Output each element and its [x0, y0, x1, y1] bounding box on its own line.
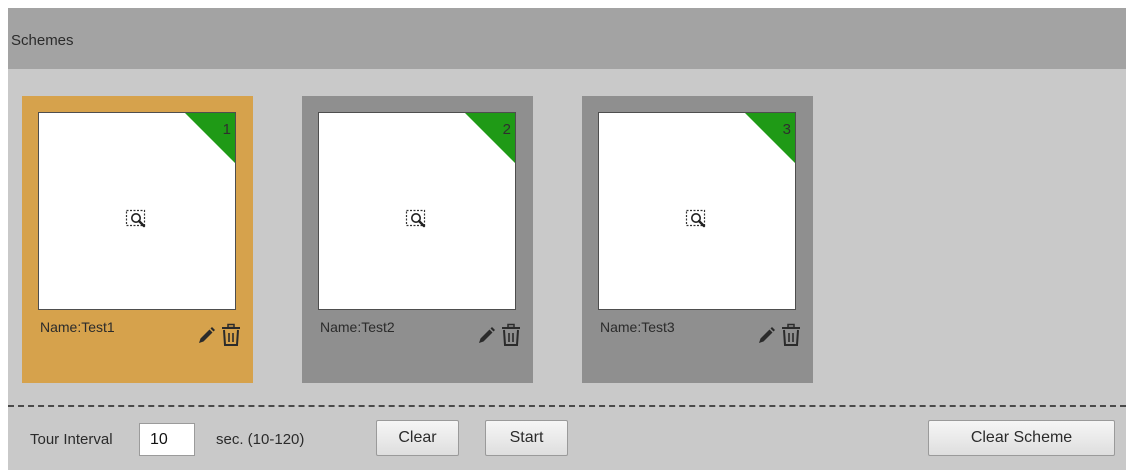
- clear-scheme-button[interactable]: Clear Scheme: [928, 420, 1115, 456]
- scheme-number: 3: [782, 121, 791, 138]
- tour-interval-input[interactable]: [139, 423, 195, 456]
- schemes-header: Schemes: [8, 8, 1126, 69]
- scheme-card-2[interactable]: 2 Name:Test2: [302, 96, 533, 383]
- zoom-icon: [405, 209, 426, 228]
- trash-icon[interactable]: [500, 323, 522, 347]
- scheme-thumbnail[interactable]: 1: [38, 112, 236, 310]
- schemes-title: Schemes: [11, 32, 74, 49]
- start-button[interactable]: Start: [485, 420, 568, 456]
- scheme-thumbnail[interactable]: 3: [598, 112, 796, 310]
- tour-interval-label: Tour Interval: [30, 431, 113, 448]
- zoom-icon: [685, 209, 706, 228]
- scheme-name: Name:Test1: [40, 319, 115, 335]
- zoom-icon: [125, 209, 146, 228]
- scheme-name: Name:Test3: [600, 319, 675, 335]
- scheme-number: 1: [222, 121, 231, 138]
- scheme-thumbnail[interactable]: 2: [318, 112, 516, 310]
- scheme-card-1[interactable]: 1 Name:Test1: [22, 96, 253, 383]
- schemes-panel: Schemes 1 Name:Test1 2 Name:Test2 3 Name…: [8, 8, 1126, 470]
- interval-range-label: sec. (10-120): [216, 431, 305, 448]
- scheme-card-3[interactable]: 3 Name:Test3: [582, 96, 813, 383]
- trash-icon[interactable]: [220, 323, 242, 347]
- dashed-divider: [8, 405, 1126, 407]
- pencil-icon[interactable]: [475, 325, 497, 347]
- clear-button[interactable]: Clear: [376, 420, 459, 456]
- scheme-number: 2: [502, 121, 511, 138]
- pencil-icon[interactable]: [195, 325, 217, 347]
- trash-icon[interactable]: [780, 323, 802, 347]
- pencil-icon[interactable]: [755, 325, 777, 347]
- scheme-name: Name:Test2: [320, 319, 395, 335]
